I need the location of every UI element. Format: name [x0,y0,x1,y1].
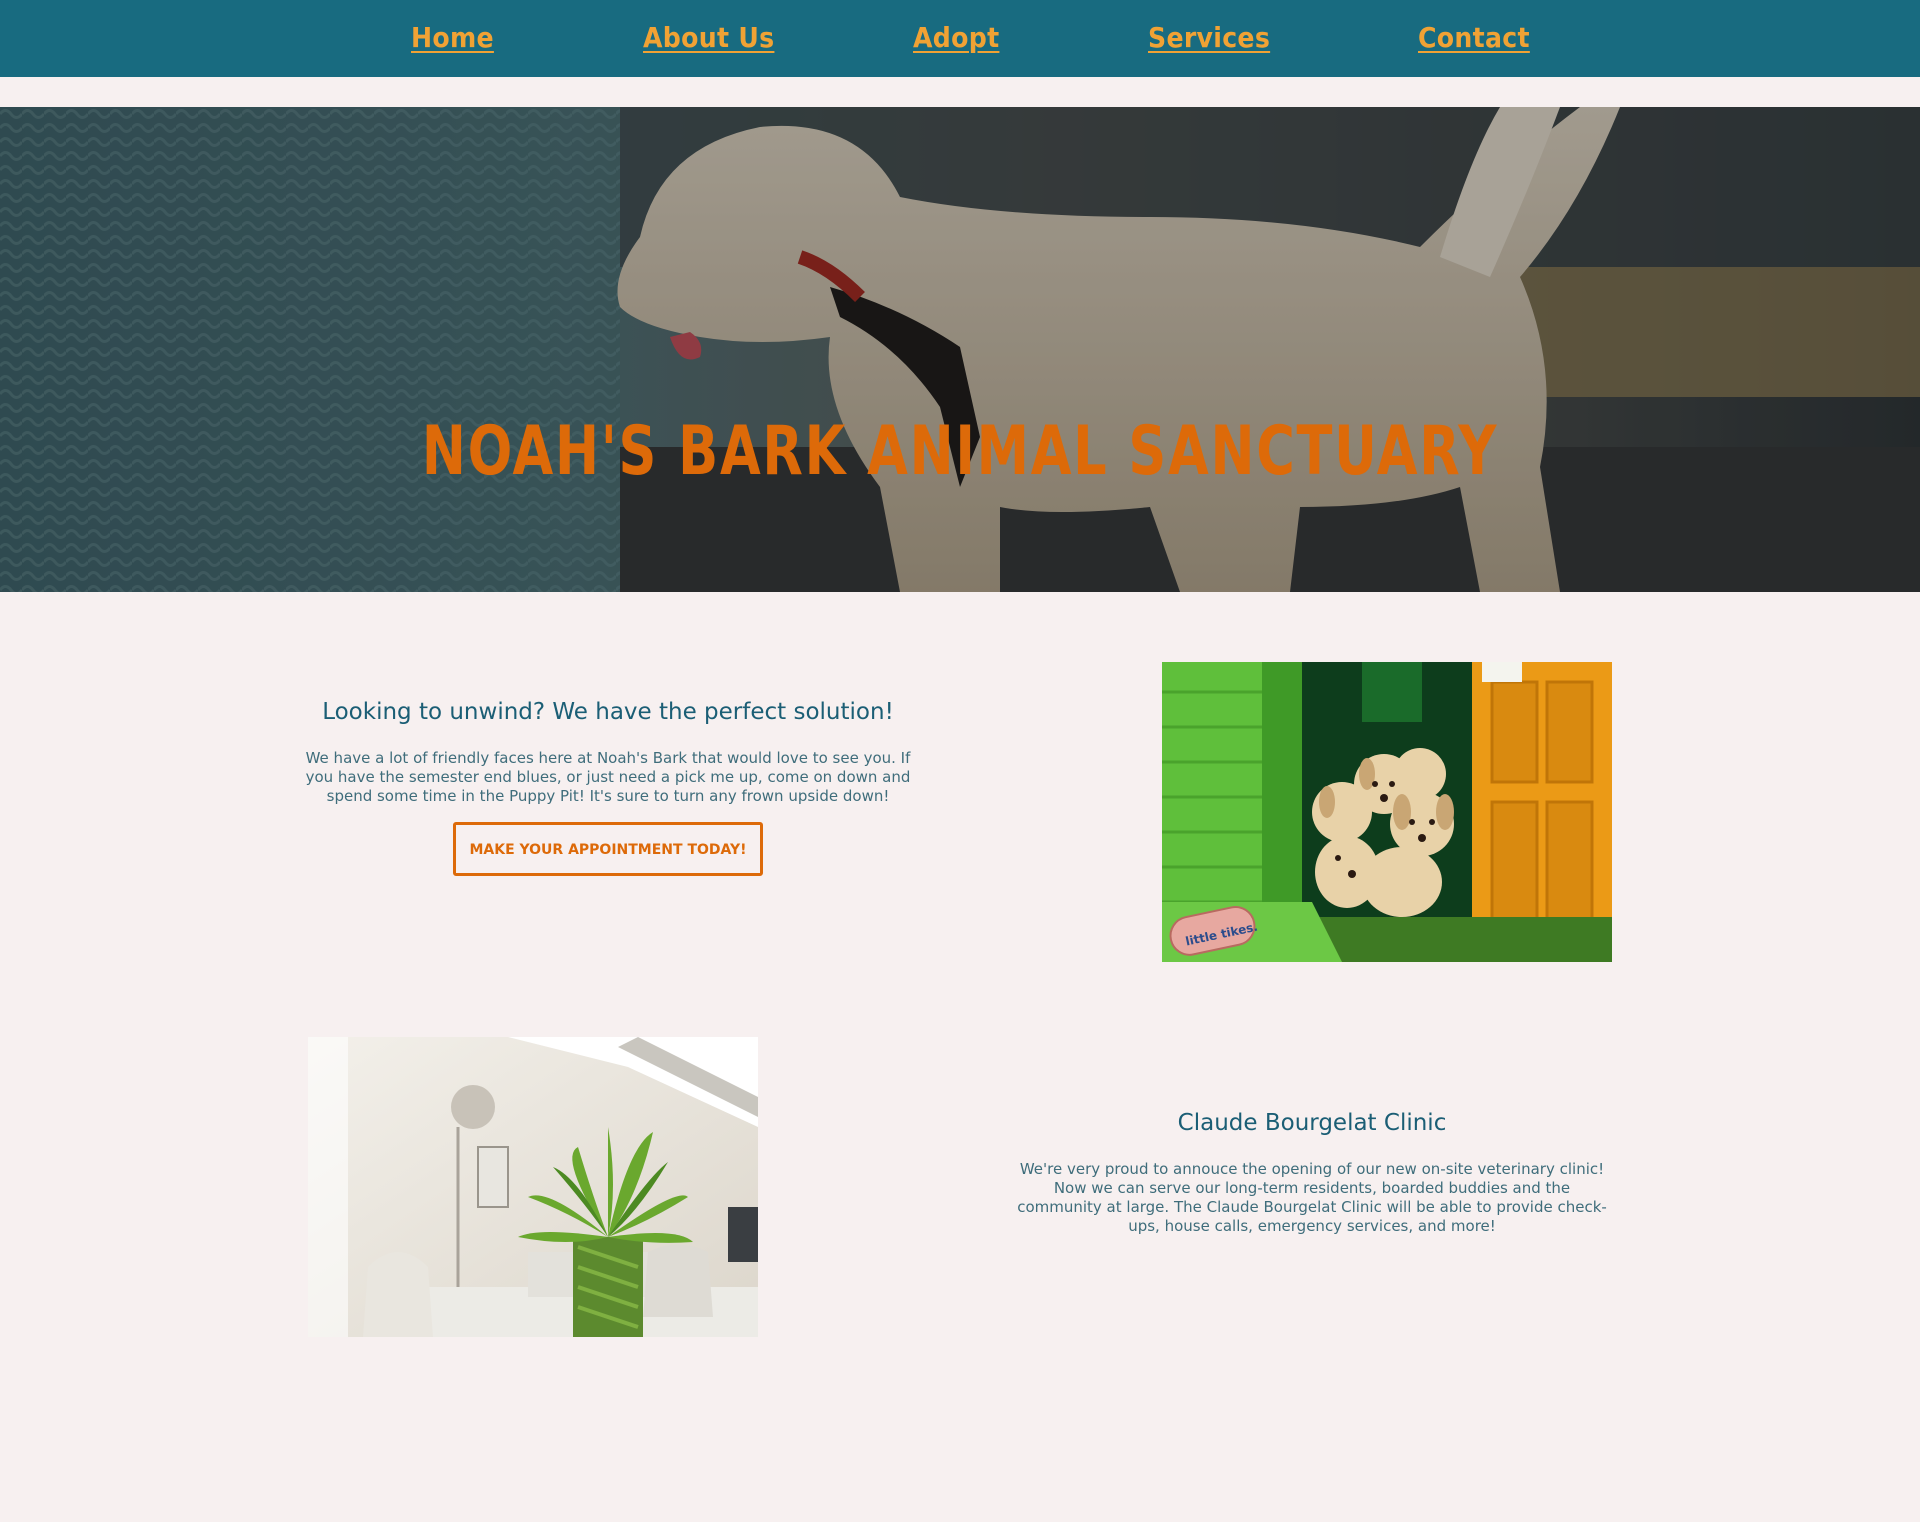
hero-banner: NOAH'S BARK ANIMAL SANCTUARY [0,107,1920,592]
make-appointment-button[interactable]: MAKE YOUR APPOINTMENT TODAY! [453,822,763,876]
dog-by-fence-photo [0,107,1920,592]
main-nav: Home About Us Adopt Services Contact [0,0,1920,77]
nav-about-us-link[interactable]: About Us [643,20,774,56]
clinic-photo-frame [308,1037,758,1337]
nav-home-link[interactable]: Home [411,20,494,56]
clinic-body: We're very proud to annouce the opening … [1017,1160,1607,1235]
puppies-photo-frame: little tikes. [1162,662,1612,962]
unwind-body: We have a lot of friendly faces here at … [305,749,911,805]
unwind-heading: Looking to unwind? We have the perfect s… [322,699,894,725]
puppies-in-playhouse-photo: little tikes. [1162,662,1612,962]
nav-services-link[interactable]: Services [1148,20,1270,56]
nav-contact-link[interactable]: Contact [1418,20,1530,56]
hero-title: NOAH'S BARK ANIMAL SANCTUARY [421,412,1499,491]
clinic-heading: Claude Bourgelat Clinic [1177,1110,1447,1136]
nav-adopt-link[interactable]: Adopt [913,20,999,56]
clinic-interior-photo [308,1037,758,1337]
